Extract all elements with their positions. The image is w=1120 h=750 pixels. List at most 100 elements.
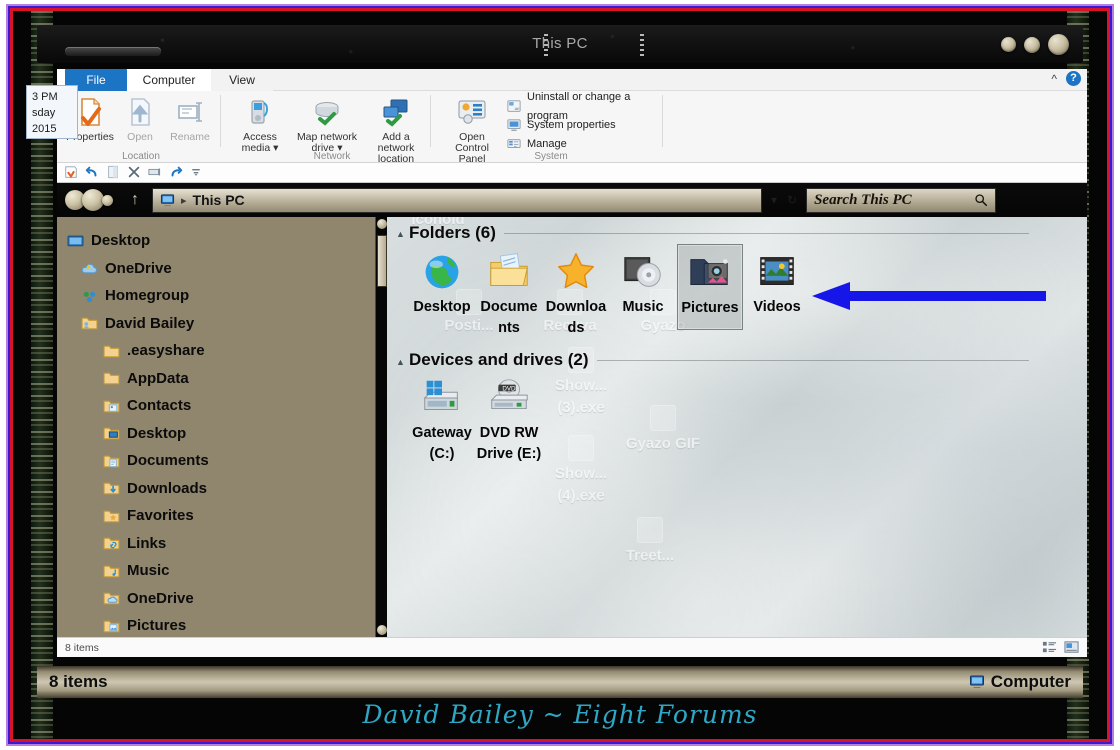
uninstall-or-change-a-program-item[interactable]: Uninstall or change a program	[507, 91, 663, 122]
breadcrumb[interactable]: ▸ This PC	[152, 187, 762, 213]
item-gateway-c-drive[interactable]: Gateway (C:)	[409, 373, 475, 465]
status-location-label: Computer	[990, 672, 1071, 691]
pictures-folder-icon	[103, 617, 120, 635]
customize-dropdown-icon[interactable]	[190, 164, 202, 182]
chevron-up-icon[interactable]: ^	[1051, 72, 1057, 86]
nav-item-label: .easyshare	[127, 342, 205, 360]
item-desktop[interactable]: Desktop	[409, 247, 475, 318]
nav-item-label: Favorites	[127, 507, 194, 525]
nav-item-homegroup[interactable]: Homegroup	[57, 282, 387, 310]
onedrive-icon	[81, 259, 98, 277]
clock-tooltip: 3 PM sday 2015	[26, 85, 78, 139]
nav-item-pictures[interactable]: Pictures	[57, 612, 387, 637]
filmstrip-videos-icon	[744, 247, 810, 297]
computer-icon	[160, 192, 175, 209]
documents-folder-icon	[103, 452, 120, 470]
item-videos[interactable]: Videos	[744, 247, 810, 318]
music-cd-icon	[610, 247, 676, 297]
item-documents[interactable]: Documents	[476, 247, 542, 339]
map-network-drive-button[interactable]: Map network drive ▾	[291, 95, 363, 154]
rename-button[interactable]: Rename	[165, 95, 215, 143]
history-dropdown-icon[interactable]: ▾	[771, 193, 777, 207]
large-icons-view-icon[interactable]	[1064, 640, 1079, 655]
nav-item-easyshare[interactable]: .easyshare	[57, 337, 387, 365]
nav-item-label: Homegroup	[105, 287, 190, 305]
details-view-icon[interactable]	[1042, 640, 1057, 655]
nav-item-desktop[interactable]: Desktop	[57, 227, 387, 255]
scroll-up-button[interactable]	[377, 219, 387, 229]
scroll-down-button[interactable]	[377, 625, 387, 635]
item-pictures[interactable]: Pictures	[677, 244, 743, 330]
outer-item-count: 8 items	[49, 672, 108, 691]
search-placeholder: Search This PC	[814, 191, 912, 208]
search-input[interactable]: Search This PC	[806, 187, 997, 213]
ribbon-separator	[220, 95, 221, 147]
nav-item-onedrive[interactable]: OneDrive	[57, 255, 387, 283]
group-header-devices[interactable]: Devices and drives (2)	[409, 350, 1029, 370]
delete-icon[interactable]	[127, 164, 141, 182]
nav-item-desktop[interactable]: Desktop	[57, 420, 387, 448]
group-collapse-caret[interactable]: ▲	[396, 229, 405, 239]
search-icon[interactable]	[974, 192, 988, 209]
documents-icon	[476, 247, 542, 297]
nav-item-contacts[interactable]: Contacts	[57, 392, 387, 420]
item-dvd-rw-drive-e[interactable]: DVD DVD RW Drive (E:)	[476, 373, 542, 465]
nav-item-label: OneDrive	[127, 589, 194, 607]
svg-text:DVD: DVD	[502, 385, 516, 392]
access-media-button[interactable]: Access media ▾	[235, 95, 285, 154]
close-button[interactable]	[1048, 34, 1069, 55]
nav-item-david-bailey[interactable]: David Bailey	[57, 310, 387, 338]
ghost-icon-image	[568, 435, 594, 461]
maximize-button[interactable]	[1024, 36, 1040, 53]
ribbon-separator	[430, 95, 431, 147]
item-label: Desktop	[413, 299, 471, 315]
nav-item-favorites[interactable]: Favorites	[57, 502, 387, 530]
undo-icon[interactable]	[85, 164, 99, 182]
ghost-desktop-icon: Treet...	[605, 517, 695, 567]
control-panel-icon	[441, 95, 503, 129]
rename-icon[interactable]	[148, 164, 162, 182]
open-button[interactable]: Open	[115, 95, 165, 143]
window-title-bar[interactable]: This PC	[37, 25, 1083, 63]
refresh-icon[interactable]: ↻	[787, 193, 797, 207]
dvd-drive-icon: DVD	[476, 373, 542, 423]
group-divider	[596, 359, 1029, 361]
nav-item-appdata[interactable]: AppData	[57, 365, 387, 393]
breadcrumb-item-this-pc[interactable]: This PC	[193, 192, 245, 208]
forward-button[interactable]	[82, 189, 104, 211]
nav-item-label: David Bailey	[105, 314, 195, 332]
nav-item-label: OneDrive	[105, 259, 172, 277]
rename-label: Rename	[170, 131, 210, 143]
up-button[interactable]: ↑	[126, 191, 144, 209]
watermark: David Bailey ~ Eight Forums	[362, 700, 758, 729]
downloads-folder-icon	[103, 479, 120, 497]
minimize-button[interactable]	[1001, 37, 1016, 52]
nav-item-downloads[interactable]: Downloads	[57, 475, 387, 503]
navigation-pane-scrollbar[interactable]	[375, 217, 387, 637]
item-downloads[interactable]: Downloads	[543, 247, 609, 339]
properties-icon[interactable]	[106, 164, 120, 182]
group-collapse-caret[interactable]: ▲	[396, 357, 405, 367]
breadcrumb-separator: ▸	[181, 194, 187, 207]
nav-item-label: Downloads	[127, 479, 208, 497]
new-folder-icon[interactable]	[64, 164, 78, 182]
item-label: Music	[622, 299, 664, 315]
nav-item-music[interactable]: Music	[57, 557, 387, 585]
group-header-folders[interactable]: Folders (6)	[409, 223, 1029, 243]
folder-icon	[103, 369, 120, 387]
nav-item-links[interactable]: Links	[57, 530, 387, 558]
scrollbar-thumb[interactable]	[377, 235, 387, 287]
item-label: DVD RW Drive (E:)	[476, 425, 542, 462]
nav-item-onedrive[interactable]: OneDrive	[57, 585, 387, 613]
tab-computer[interactable]: Computer	[127, 69, 211, 91]
help-icon[interactable]: ?	[1066, 71, 1081, 86]
recent-locations-button[interactable]	[102, 194, 113, 206]
user-folder-icon	[81, 314, 98, 332]
item-music[interactable]: Music	[610, 247, 676, 318]
ribbon-right-controls: ^ ?	[1051, 71, 1081, 86]
nav-item-documents[interactable]: Documents	[57, 447, 387, 475]
tab-view[interactable]: View	[211, 69, 273, 91]
window-controls	[1001, 34, 1069, 55]
ribbon-group-location: Properties Open Rename Location	[61, 91, 221, 163]
redo-icon[interactable]	[169, 164, 183, 182]
